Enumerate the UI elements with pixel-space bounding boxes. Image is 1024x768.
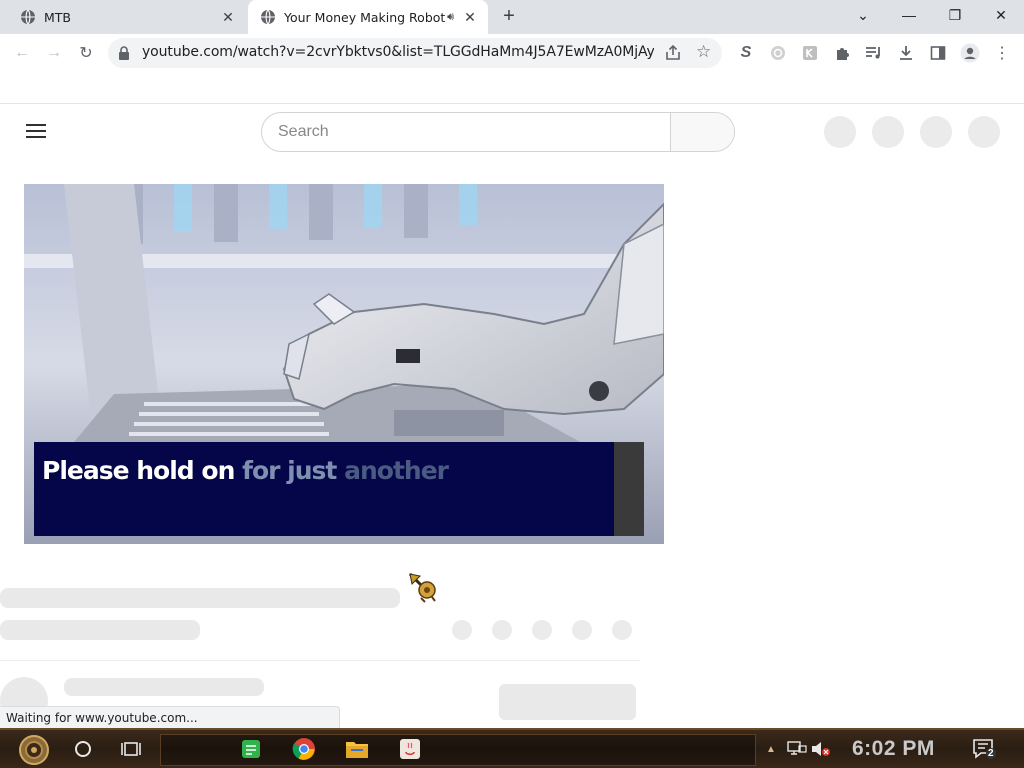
chrome-icon[interactable] [291,736,317,762]
bookmark-star-icon[interactable]: ☆ [696,42,711,62]
text-skeleton [64,678,264,696]
search-button[interactable] [670,113,734,151]
restore-icon[interactable]: ❐ [932,0,978,30]
title-skeleton [0,588,400,608]
download-icon[interactable] [894,41,918,65]
share-icon[interactable] [664,44,682,62]
java-app-icon[interactable] [397,736,423,762]
task-view-icon[interactable] [118,736,144,762]
tab-youtube[interactable]: Your Money Making Robot 🔊︎ ✕ [248,0,488,34]
action-skeleton [492,620,512,640]
url-text[interactable]: youtube.com/watch?v=2cvrYbktvs0&list=TLG… [142,44,654,60]
action-skeleton [612,620,632,640]
caption-word: for just [242,456,337,485]
action-skeleton [452,620,472,640]
caption-word: Please hold on [42,456,235,485]
clock[interactable]: 6:02 PM [852,737,935,761]
caption-text: Please hold on for just another [42,456,449,485]
extension-k-icon[interactable] [798,41,822,65]
minimize-icon[interactable]: — [886,0,932,30]
tab-search-icon[interactable]: ⌄ [840,0,886,30]
action-skeleton [572,620,592,640]
browser-toolbar: ← → ↻ youtube.com/watch?v=2cvrYbktvs0&li… [0,34,1024,72]
tab-close-icon[interactable]: ✕ [460,7,480,27]
tab-title: MTB [44,9,71,25]
profile-avatar-icon[interactable] [958,41,982,65]
close-window-icon[interactable]: ✕ [978,0,1024,30]
masthead-placeholder-icon[interactable] [824,116,856,148]
globe-icon [21,9,35,25]
video-player[interactable]: Please hold on for just another [24,184,664,544]
volume-muted-icon[interactable] [810,736,832,762]
action-skeleton [532,620,552,640]
notification-center-icon[interactable]: 2 [972,736,998,762]
button-skeleton [499,684,636,720]
globe-icon [261,9,275,25]
kebab-menu-icon[interactable]: ⋮ [990,41,1014,65]
address-bar[interactable]: youtube.com/watch?v=2cvrYbktvs0&list=TLG… [108,38,722,68]
speaker-icon[interactable]: 🔊︎ [447,11,454,24]
caption-overlay: Please hold on for just another [34,442,644,536]
search-circle-icon[interactable] [70,736,96,762]
masthead-placeholder-icon[interactable] [920,116,952,148]
start-orb-icon [19,735,49,765]
search-box [261,112,735,152]
tab-mtb[interactable]: MTB ✕ [8,0,246,34]
network-icon[interactable] [786,736,808,762]
busy-cursor-icon [408,572,436,603]
tab-strip: MTB ✕ Your Money Making Robot 🔊︎ ✕ + ⌄ —… [0,0,1024,34]
file-explorer-icon[interactable] [344,736,370,762]
status-bubble: Waiting for www.youtube.com... [0,706,340,728]
toolbar-divider [0,103,1024,104]
reload-icon[interactable]: ↻ [74,41,98,65]
avatar[interactable] [968,116,1000,148]
extension-s-icon[interactable]: S [734,41,758,65]
lock-icon[interactable] [118,46,130,60]
media-queue-icon[interactable] [862,41,886,65]
channel-skeleton [0,620,200,640]
tab-close-icon[interactable]: ✕ [218,7,238,27]
chevron-up-icon[interactable]: ▲ [763,736,779,762]
back-arrow-icon[interactable]: ← [10,41,34,65]
content-divider [0,660,640,661]
forward-arrow-icon[interactable]: → [42,41,66,65]
hamburger-menu-icon[interactable] [26,124,46,140]
new-tab-button[interactable]: + [498,6,520,28]
taskbar: ▲ 6:02 PM 2 [0,728,1024,768]
start-button[interactable] [12,733,56,767]
search-input[interactable] [262,113,672,151]
extension-grammarly-icon[interactable] [766,41,790,65]
notes-app-icon[interactable] [238,736,264,762]
tab-title: Your Money Making Robot [284,9,446,25]
masthead-placeholder-icon[interactable] [872,116,904,148]
extensions-puzzle-icon[interactable] [830,41,854,65]
side-panel-icon[interactable] [926,41,950,65]
notification-badge: 2 [986,748,996,759]
caption-word: another [344,456,449,485]
